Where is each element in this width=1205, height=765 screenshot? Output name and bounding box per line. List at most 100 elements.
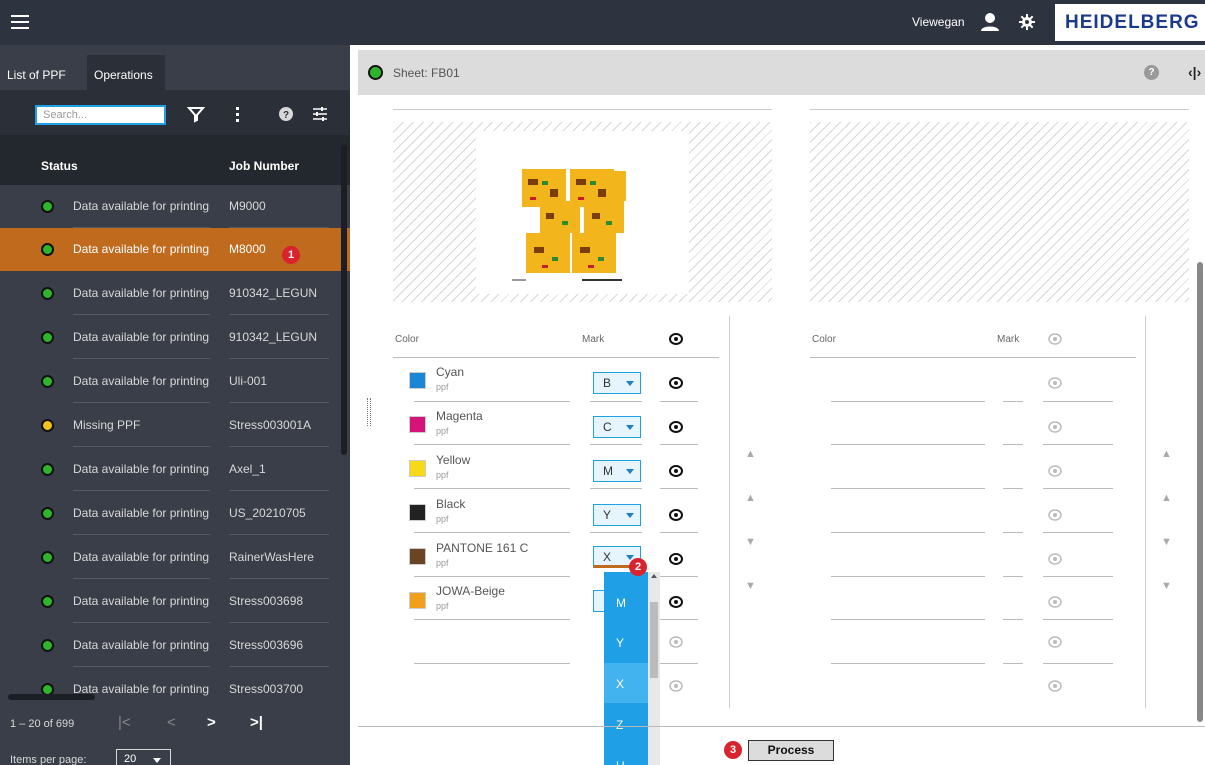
color-source: ppf — [436, 426, 449, 436]
table-row[interactable]: Data available for printing M9000 — [0, 185, 350, 228]
status-indicator — [41, 243, 54, 256]
mark-select[interactable]: M — [593, 460, 641, 482]
mark-select[interactable]: Y — [593, 504, 641, 526]
search-input[interactable]: Search... — [35, 105, 166, 125]
move-to-top-icon[interactable]: ▲ — [1161, 448, 1172, 460]
color-source: ppf — [436, 514, 449, 524]
chevron-down-icon — [626, 469, 634, 474]
scrollbar-thumb[interactable] — [650, 602, 658, 678]
eye-icon[interactable] — [668, 463, 684, 479]
row-job-number: Stress003696 — [229, 638, 304, 652]
list-horizontal-scrollbar[interactable] — [8, 694, 95, 700]
previous-page-button[interactable]: < — [167, 714, 176, 731]
job-number-column-header[interactable]: Job Number — [229, 159, 299, 173]
row-job-number: Stress003001A — [229, 418, 312, 432]
first-page-button[interactable]: |< — [118, 714, 131, 731]
table-row[interactable]: Data available for printing 910342_LEGUN — [0, 316, 350, 359]
mark-column-header-right: Mark — [997, 334, 1020, 345]
next-page-button[interactable]: > — [207, 714, 216, 731]
table-row[interactable]: Data available for printing 910342_LEGUN — [0, 272, 350, 315]
items-per-page-label: Items per page: — [10, 754, 87, 765]
job-list-panel: List of PPF Operations Search... ? Statu… — [0, 45, 350, 765]
chevron-down-icon — [626, 381, 634, 386]
sheet-preview-image — [512, 169, 626, 281]
eye-icon-disabled — [1048, 377, 1062, 389]
table-row[interactable]: Data available for printing Stress003698 — [0, 580, 350, 623]
color-name: Magenta — [436, 409, 483, 423]
scroll-up-icon[interactable] — [651, 574, 657, 578]
table-row[interactable]: Data available for printing Uli-001 — [0, 360, 350, 403]
mark-select[interactable]: C — [593, 416, 641, 438]
table-row[interactable]: Data available for printing Axel_1 — [0, 448, 350, 491]
expand-collapse-icon[interactable]: ‹|› — [1188, 64, 1201, 80]
table-row-selected[interactable]: Data available for printing M8000 1 — [0, 228, 350, 271]
mark-column-header: Mark — [582, 334, 605, 345]
eye-icon[interactable] — [668, 594, 684, 610]
row-status: Data available for printing — [73, 550, 210, 564]
move-up-icon[interactable]: ▲ — [1161, 492, 1172, 504]
dropdown-scrollbar[interactable] — [648, 572, 660, 765]
eye-icon-disabled — [669, 636, 683, 648]
eye-icon[interactable] — [668, 419, 684, 435]
eye-icon[interactable] — [668, 507, 684, 523]
color-swatch — [409, 592, 426, 609]
move-down-icon[interactable]: ▼ — [1161, 536, 1172, 548]
row-job-number: M8000 — [229, 242, 266, 256]
eye-icon[interactable] — [668, 331, 684, 347]
eye-icon[interactable] — [668, 551, 684, 567]
mark-option[interactable]: Y — [604, 622, 648, 662]
status-indicator — [41, 639, 54, 652]
color-name: Cyan — [436, 365, 465, 379]
row-status: Data available for printing — [73, 374, 210, 388]
status-indicator — [41, 200, 54, 213]
last-page-button[interactable]: >| — [250, 714, 263, 731]
row-job-number: Stress003700 — [229, 682, 304, 696]
main-vertical-scrollbar[interactable] — [1197, 262, 1203, 722]
mark-option[interactable]: U — [604, 745, 648, 765]
color-name: Yellow — [436, 453, 471, 467]
move-down-icon[interactable]: ▼ — [745, 536, 756, 548]
table-row[interactable]: Data available for printing RainerWasHer… — [0, 536, 350, 579]
callout-badge-3: 3 — [724, 741, 742, 759]
menu-icon[interactable] — [10, 12, 30, 32]
sheet-title: Sheet: FB01 — [393, 66, 460, 80]
row-status: Data available for printing — [73, 286, 210, 300]
table-row[interactable]: Data available for printing US_20210705 — [0, 492, 350, 535]
sheet-header-bar: Sheet: FB01 ? ‹|› — [358, 50, 1205, 95]
mark-option-highlighted[interactable]: X — [604, 663, 648, 703]
status-column-header[interactable]: Status — [41, 159, 78, 173]
table-row[interactable]: Missing PPF Stress003001A — [0, 404, 350, 447]
row-status: Data available for printing — [73, 462, 210, 476]
panel-splitter-handle[interactable] — [367, 398, 371, 426]
mark-option[interactable]: Z — [604, 704, 648, 744]
list-vertical-scrollbar[interactable] — [341, 145, 347, 455]
gear-icon[interactable] — [1018, 13, 1036, 31]
sheet-preview-page — [476, 131, 689, 294]
column-settings-icon[interactable] — [311, 105, 329, 123]
row-status: Missing PPF — [73, 418, 141, 432]
help-icon[interactable]: ? — [277, 105, 295, 123]
help-icon[interactable]: ? — [1144, 65, 1159, 80]
move-up-icon[interactable]: ▲ — [745, 492, 756, 504]
eye-icon[interactable] — [668, 375, 684, 391]
process-button[interactable]: Process — [748, 740, 834, 761]
table-row[interactable]: Data available for printing Stress003696 — [0, 624, 350, 667]
user-icon[interactable] — [979, 11, 1001, 33]
row-status: Data available for printing — [73, 506, 210, 520]
move-to-top-icon[interactable]: ▲ — [745, 448, 756, 460]
eye-icon-disabled — [1048, 421, 1062, 433]
color-column-header: Color — [395, 334, 419, 345]
tab-list-of-ppf[interactable]: List of PPF — [0, 55, 78, 90]
divider — [393, 109, 772, 110]
move-to-bottom-icon[interactable]: ▼ — [745, 580, 756, 592]
mark-option[interactable]: M — [604, 582, 648, 622]
more-vert-icon[interactable] — [228, 105, 246, 123]
tab-operations[interactable]: Operations — [87, 55, 165, 90]
mark-select[interactable]: B — [593, 372, 641, 394]
sheet-status-indicator — [368, 65, 383, 80]
filter-icon[interactable] — [187, 105, 205, 123]
move-to-bottom-icon[interactable]: ▼ — [1161, 580, 1172, 592]
sheet-preview-area-right[interactable] — [810, 122, 1189, 302]
user-name[interactable]: Viewegan — [912, 15, 965, 29]
items-per-page-select[interactable]: 20 — [116, 749, 171, 765]
